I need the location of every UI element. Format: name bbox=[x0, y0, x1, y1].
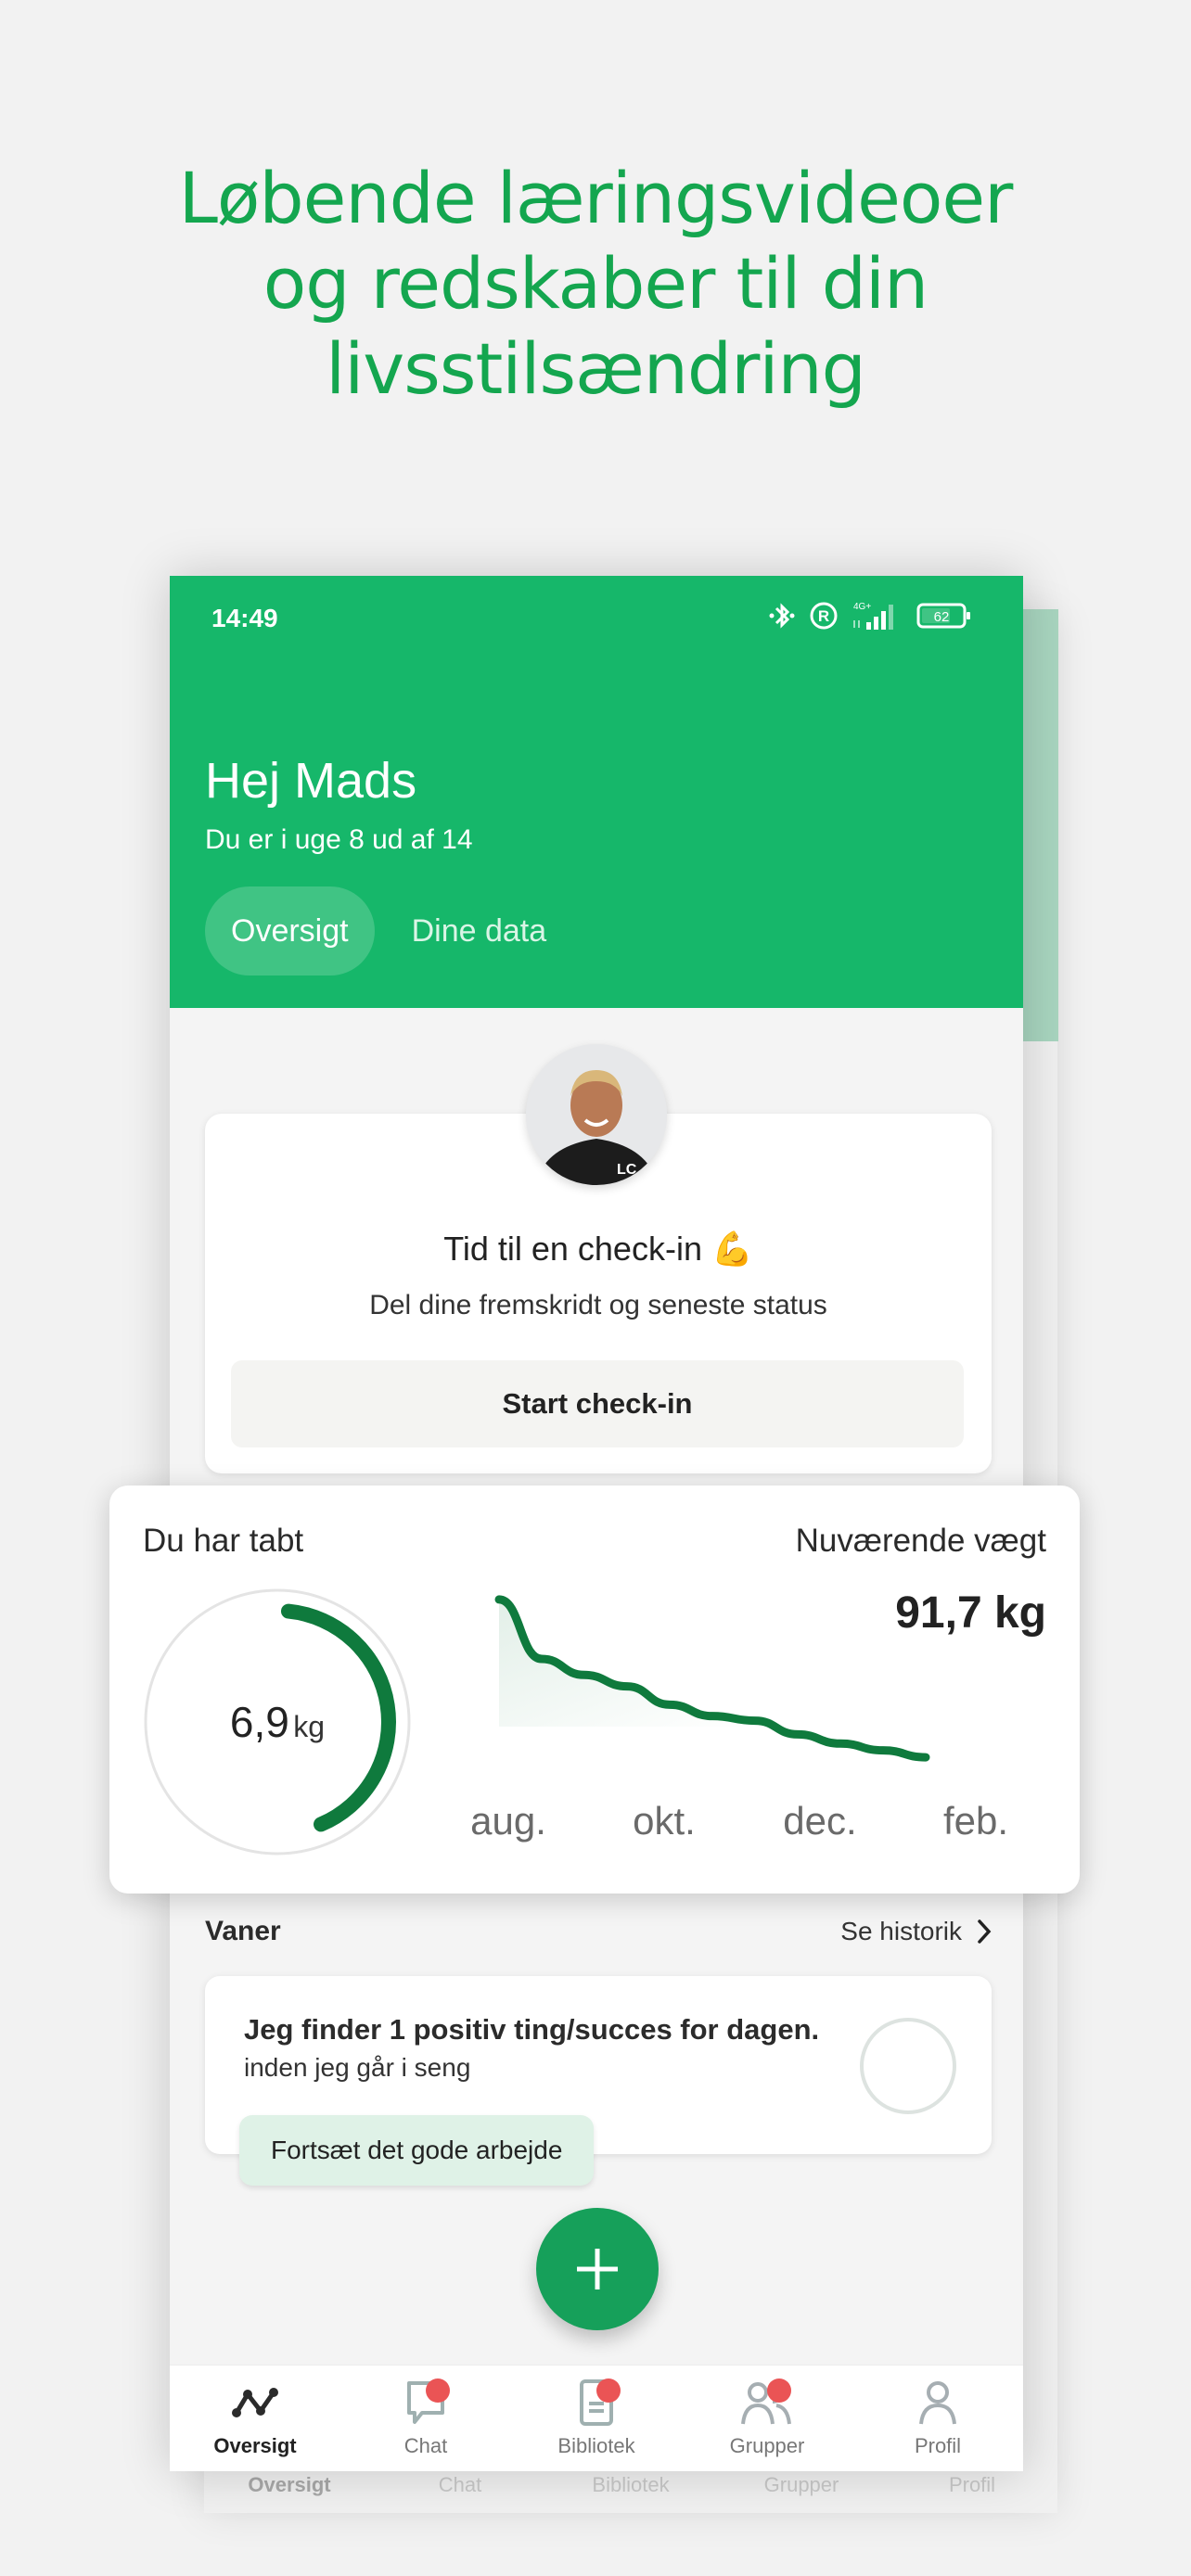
ghost-nav-label: Profil bbox=[948, 2473, 996, 2496]
coach-avatar: LC bbox=[526, 1044, 667, 1185]
chart-x-tick-label: okt. bbox=[633, 1799, 696, 1843]
nav-item-chat[interactable]: Chat bbox=[340, 2366, 511, 2471]
ghost-nav-label: Grupper bbox=[763, 2473, 839, 2496]
nav-label: Profil bbox=[914, 2434, 962, 2457]
nav-label: Oversigt bbox=[213, 2434, 297, 2457]
program-week-text: Du er i uge 8 ud af 14 bbox=[205, 824, 473, 855]
habits-header: Vaner Se historik bbox=[205, 1916, 992, 1947]
notification-badge bbox=[596, 2378, 621, 2403]
weight-trend-chart bbox=[494, 1595, 930, 1762]
background-screen-header-edge bbox=[1023, 609, 1058, 1041]
svg-text:4G+: 4G+ bbox=[853, 602, 871, 612]
see-history-link[interactable]: Se historik bbox=[840, 1917, 992, 1946]
habit-subtitle: inden jeg går i seng bbox=[244, 2053, 471, 2082]
chart-area-fill bbox=[499, 1599, 926, 1758]
habit-title: Jeg finder 1 positiv ting/succes for dag… bbox=[244, 2013, 820, 2046]
weight-lost-label: Du har tabt bbox=[143, 1523, 304, 1559]
app-header: 14:49 R 4G+ 62 Hej Mads Du er i uge 8 ud… bbox=[170, 576, 1023, 1008]
current-weight-label: Nuværende vægt bbox=[795, 1523, 1046, 1559]
bluetooth-icon bbox=[769, 603, 795, 629]
checkin-title: Tid til en check-in 💪 bbox=[443, 1230, 753, 1268]
plus-icon bbox=[577, 2249, 618, 2289]
chart-x-tick-label: dec. bbox=[783, 1799, 857, 1843]
chevron-right-icon bbox=[978, 1919, 992, 1944]
tab-dine-data[interactable]: Dine data bbox=[386, 886, 573, 976]
see-history-label: Se historik bbox=[840, 1917, 962, 1945]
ghost-nav-label: Bibliotek bbox=[592, 2473, 670, 2496]
habit-complete-checkbox[interactable] bbox=[860, 2018, 956, 2114]
nav-item-profil[interactable]: Profil bbox=[852, 2366, 1023, 2471]
headline-line-1: Løbende læringsvideoer bbox=[178, 157, 1014, 239]
chart-x-axis: aug. okt. dec. feb. bbox=[470, 1799, 1056, 1855]
ghost-nav-label: Oversigt bbox=[248, 2473, 331, 2496]
overview-graph-icon bbox=[232, 2388, 278, 2417]
battery-level: 62 bbox=[934, 609, 950, 625]
weight-lost-unit: kg bbox=[293, 1710, 326, 1743]
notification-badge bbox=[426, 2378, 450, 2403]
nav-label: Grupper bbox=[729, 2434, 805, 2457]
start-checkin-button[interactable]: Start check-in bbox=[231, 1360, 964, 1447]
header-tabs: Oversigt Dine data bbox=[205, 886, 572, 976]
chart-x-tick-label: aug. bbox=[470, 1799, 546, 1843]
battery-icon: 62 bbox=[916, 603, 970, 629]
encouragement-toast: Fortsæt det gode arbejde bbox=[239, 2115, 595, 2186]
notification-badge bbox=[767, 2378, 791, 2403]
add-fab-button[interactable] bbox=[536, 2208, 659, 2330]
nav-item-bibliotek[interactable]: Bibliotek bbox=[511, 2366, 682, 2471]
nav-label: Bibliotek bbox=[557, 2434, 635, 2457]
profile-icon bbox=[919, 2381, 956, 2425]
registered-icon: R bbox=[810, 602, 838, 630]
habits-title: Vaner bbox=[205, 1916, 281, 1946]
weight-lost-number: 6,9 bbox=[229, 1698, 289, 1746]
bottom-nav: Oversigt Chat Bibliotek Grupper Profil bbox=[170, 2365, 1023, 2471]
status-time: 14:49 bbox=[211, 604, 278, 632]
weight-progress-card[interactable]: Du har tabt Nuværende vægt 91,7 kg 6,9 k… bbox=[109, 1486, 1080, 1894]
greeting: Hej Mads bbox=[205, 753, 417, 809]
headline-line-3: livsstilsændring bbox=[326, 327, 866, 410]
coach-photo-icon: LC bbox=[526, 1044, 667, 1185]
nav-item-oversigt[interactable]: Oversigt bbox=[170, 2366, 340, 2471]
headline-line-2: og redskaber til din bbox=[263, 242, 928, 325]
tab-oversigt[interactable]: Oversigt bbox=[205, 886, 375, 976]
signal-icon: 4G+ bbox=[853, 602, 893, 630]
chart-x-tick-label: feb. bbox=[942, 1799, 1009, 1843]
svg-text:R: R bbox=[818, 607, 829, 625]
background-bottom-nav: Oversigt Chat Bibliotek Grupper Profil bbox=[204, 2467, 1057, 2513]
checkin-subtitle: Del dine fremskridt og seneste status bbox=[369, 1290, 827, 1320]
status-icons: R 4G+ 62 bbox=[768, 600, 972, 631]
weight-lost-value: 6,9 kg bbox=[143, 1697, 412, 1747]
nav-label: Chat bbox=[403, 2434, 448, 2457]
marketing-headline: Løbende læringsvideoer og redskaber til … bbox=[0, 156, 1191, 412]
ghost-nav-label: Chat bbox=[438, 2473, 482, 2496]
nav-item-grupper[interactable]: Grupper bbox=[682, 2366, 852, 2471]
